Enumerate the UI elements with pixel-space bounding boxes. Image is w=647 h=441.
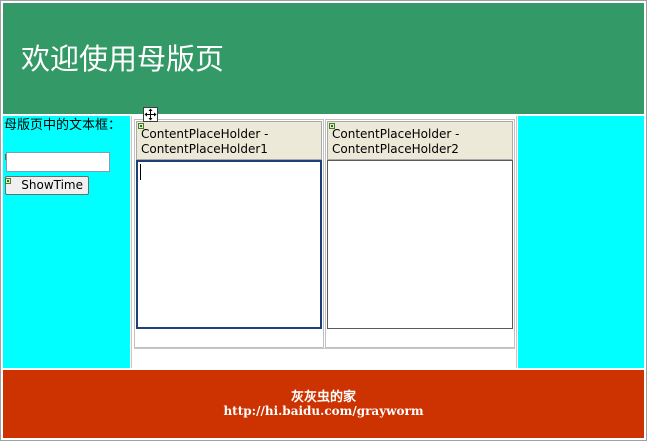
- left-sidebar: 母版页中的文本框： ShowTime: [3, 116, 130, 368]
- right-sidebar: [518, 116, 644, 368]
- page-title: 欢迎使用母版页: [21, 42, 225, 76]
- content-placeholder-2[interactable]: ContentPlaceHolder - ContentPlaceHolder2: [325, 119, 515, 348]
- content-placeholder-1-title: ContentPlaceHolder - ContentPlaceHolder1: [141, 127, 269, 156]
- text-caret: [140, 164, 141, 180]
- content-placeholder-2-header: ContentPlaceHolder - ContentPlaceHolder2: [327, 121, 513, 160]
- control-glyph-icon: [5, 178, 11, 184]
- footer-site-name: 灰灰虫的家: [290, 390, 356, 405]
- footer-url: http://hi.baidu.com/grayworm: [223, 404, 424, 418]
- content-placeholder-1-editor[interactable]: [136, 160, 322, 329]
- content-placeholder-1[interactable]: ContentPlaceHolder - ContentPlaceHolder1: [134, 119, 324, 348]
- header-banner: 欢迎使用母版页: [3, 3, 644, 114]
- move-arrows-icon[interactable]: [143, 107, 158, 122]
- master-textbox[interactable]: [6, 152, 110, 172]
- content-placeholder-2-editor[interactable]: [327, 160, 513, 329]
- divider: [134, 348, 515, 349]
- content-placeholder-1-header: ContentPlaceHolder - ContentPlaceHolder1: [136, 121, 322, 160]
- master-textbox-label: 母版页中的文本框：: [4, 118, 122, 133]
- showtime-button[interactable]: ShowTime: [5, 176, 89, 195]
- footer-banner: 灰灰虫的家 http://hi.baidu.com/grayworm: [3, 370, 644, 438]
- content-placeholder-2-title: ContentPlaceHolder - ContentPlaceHolder2: [332, 127, 460, 156]
